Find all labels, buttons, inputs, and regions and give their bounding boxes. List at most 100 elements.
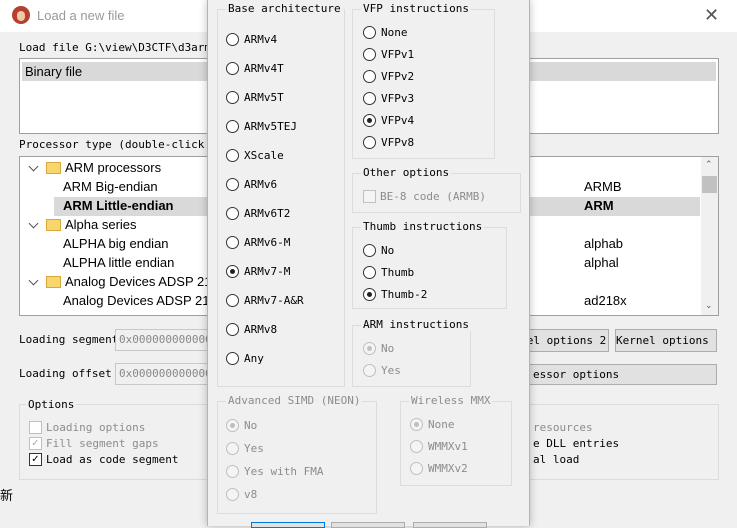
base_arch-option-label: ARMv7-A&R	[244, 294, 304, 307]
tree-group[interactable]: Alpha series	[65, 217, 137, 232]
simd-title: Advanced SIMD (NEON)	[226, 394, 363, 407]
base_arch-radio[interactable]	[226, 265, 239, 278]
wmmx-option-label: None	[428, 418, 455, 431]
loading-options-label: Loading options	[46, 421, 146, 434]
folder-icon	[46, 276, 61, 288]
simd-radio[interactable]	[226, 465, 239, 478]
base_arch-radio[interactable]	[226, 91, 239, 104]
arm_instr-radio[interactable]	[363, 364, 376, 377]
vfp-radio[interactable]	[363, 48, 376, 61]
thumb-title: Thumb instructions	[361, 220, 485, 233]
vfp-option-label: VFPv8	[381, 136, 415, 149]
simd-group: Advanced SIMD (NEON)	[217, 394, 377, 514]
close-icon[interactable]: ✕	[704, 5, 719, 26]
tree-item-code: alphal	[584, 255, 619, 270]
base_arch-radio[interactable]	[226, 149, 239, 162]
tree-item[interactable]: Analog Devices ADSP 21	[63, 293, 209, 308]
arm_instr-radio[interactable]	[363, 342, 376, 355]
processor-options-button[interactable]: essor options	[524, 364, 717, 385]
thumb-radio[interactable]	[363, 266, 376, 279]
base_arch-radio[interactable]	[226, 120, 239, 133]
be8-checkbox[interactable]	[363, 190, 376, 203]
loading-offset-label: Loading offset	[19, 367, 112, 380]
vfp-option-label: VFPv1	[381, 48, 415, 61]
base_arch-option-label: Any	[244, 352, 264, 365]
tree-item[interactable]: ARM Little-endian	[63, 198, 174, 213]
arm-options-dialog: Base architecture ARMv4 ARMv4T ARMv5T ARMv5…	[207, 0, 530, 528]
base_arch-radio[interactable]	[226, 323, 239, 336]
vfp-radio[interactable]	[363, 136, 376, 149]
loading-offset-input[interactable]: 0x0000000000000	[115, 363, 210, 385]
load-file-label: Load file G:\view\D3CTF\d3arm.b	[19, 41, 225, 54]
simd-radio[interactable]	[226, 419, 239, 432]
arm_instr-option-label: No	[381, 342, 395, 355]
cancel-button[interactable]	[331, 522, 405, 528]
base_arch-radio[interactable]	[226, 33, 239, 46]
ok-button[interactable]	[251, 522, 325, 528]
wmmx-radio[interactable]	[410, 440, 423, 453]
folder-icon	[46, 162, 61, 174]
thumb-option-label: Thumb-2	[381, 288, 428, 301]
wmmx-radio[interactable]	[410, 462, 423, 475]
base_arch-radio[interactable]	[226, 352, 239, 365]
tree-arrow-icon[interactable]	[28, 161, 39, 172]
base_arch-option-label: ARMv6	[244, 178, 278, 191]
vfp-radio[interactable]	[363, 70, 376, 83]
simd-option-label: v8	[244, 488, 258, 501]
processor-type-label: Processor type (double-click to	[19, 138, 225, 151]
vfp-radio[interactable]	[363, 26, 376, 39]
tree-arrow-icon[interactable]	[28, 218, 39, 229]
base_arch-option-label: ARMv5TEJ	[244, 120, 297, 133]
other-options-title: Other options	[361, 166, 452, 179]
tree-item[interactable]: ARM Big-endian	[63, 179, 158, 194]
base_arch-radio[interactable]	[226, 294, 239, 307]
tree-item-code: ARM	[584, 198, 614, 213]
simd-radio[interactable]	[226, 442, 239, 455]
base_arch-option-label: ARMv5T	[244, 91, 284, 104]
kernel-options-2-button[interactable]: el options 2	[524, 329, 609, 352]
base_arch-option-label: ARMv6T2	[244, 207, 291, 220]
arm-instr-title: ARM instructions	[361, 318, 471, 331]
folder-icon	[46, 219, 61, 231]
tree-item[interactable]: ALPHA big endian	[63, 236, 169, 251]
scroll-down-icon[interactable]: ⌄	[705, 300, 713, 311]
kernel-options-3-button[interactable]: Kernel options 3	[615, 329, 717, 352]
tree-item-code: ARMB	[584, 179, 622, 194]
base_arch-radio[interactable]	[226, 62, 239, 75]
vfp-option-label: None	[381, 26, 408, 39]
options-title: Options	[26, 398, 77, 411]
load-as-code-checkbox[interactable]: ✓	[29, 453, 42, 466]
processor-options-label: essor options	[533, 368, 620, 381]
base_arch-radio[interactable]	[226, 207, 239, 220]
thumb-radio[interactable]	[363, 244, 376, 257]
tree-item[interactable]: ALPHA little endian	[63, 255, 174, 270]
fill-segment-gaps-checkbox[interactable]: ✓	[29, 437, 42, 450]
arm_instr-option-label: Yes	[381, 364, 401, 377]
base_arch-radio[interactable]	[226, 236, 239, 249]
thumb-radio[interactable]	[363, 288, 376, 301]
bottom-left-text: 新	[0, 488, 14, 503]
vfp-radio[interactable]	[363, 114, 376, 127]
wmmx-title: Wireless MMX	[409, 394, 493, 407]
loading-segment-input[interactable]: 0x0000000000000	[115, 329, 210, 351]
tree-group[interactable]: Analog Devices ADSP 21	[65, 274, 211, 289]
option-text: e DLL entries	[533, 437, 620, 450]
help-button[interactable]	[413, 522, 487, 528]
base_arch-option-label: ARMv4	[244, 33, 278, 46]
wmmx-radio[interactable]	[410, 418, 423, 431]
simd-option-label: Yes	[244, 442, 264, 455]
scroll-up-icon[interactable]: ⌃	[705, 159, 713, 170]
be8-label: BE-8 code (ARMB)	[380, 190, 486, 203]
thumb-option-label: No	[381, 244, 395, 257]
thumb-option-label: Thumb	[381, 266, 415, 279]
vfp-title: VFP instructions	[361, 2, 471, 15]
loading-options-checkbox[interactable]	[29, 421, 42, 434]
scroll-thumb[interactable]	[702, 176, 717, 193]
tree-group[interactable]: ARM processors	[65, 160, 161, 175]
simd-radio[interactable]	[226, 488, 239, 501]
app-icon	[12, 6, 30, 24]
vfp-radio[interactable]	[363, 92, 376, 105]
tree-arrow-icon[interactable]	[28, 275, 39, 286]
scrollbar[interactable]: ⌃ ⌄	[701, 157, 718, 315]
base_arch-radio[interactable]	[226, 178, 239, 191]
